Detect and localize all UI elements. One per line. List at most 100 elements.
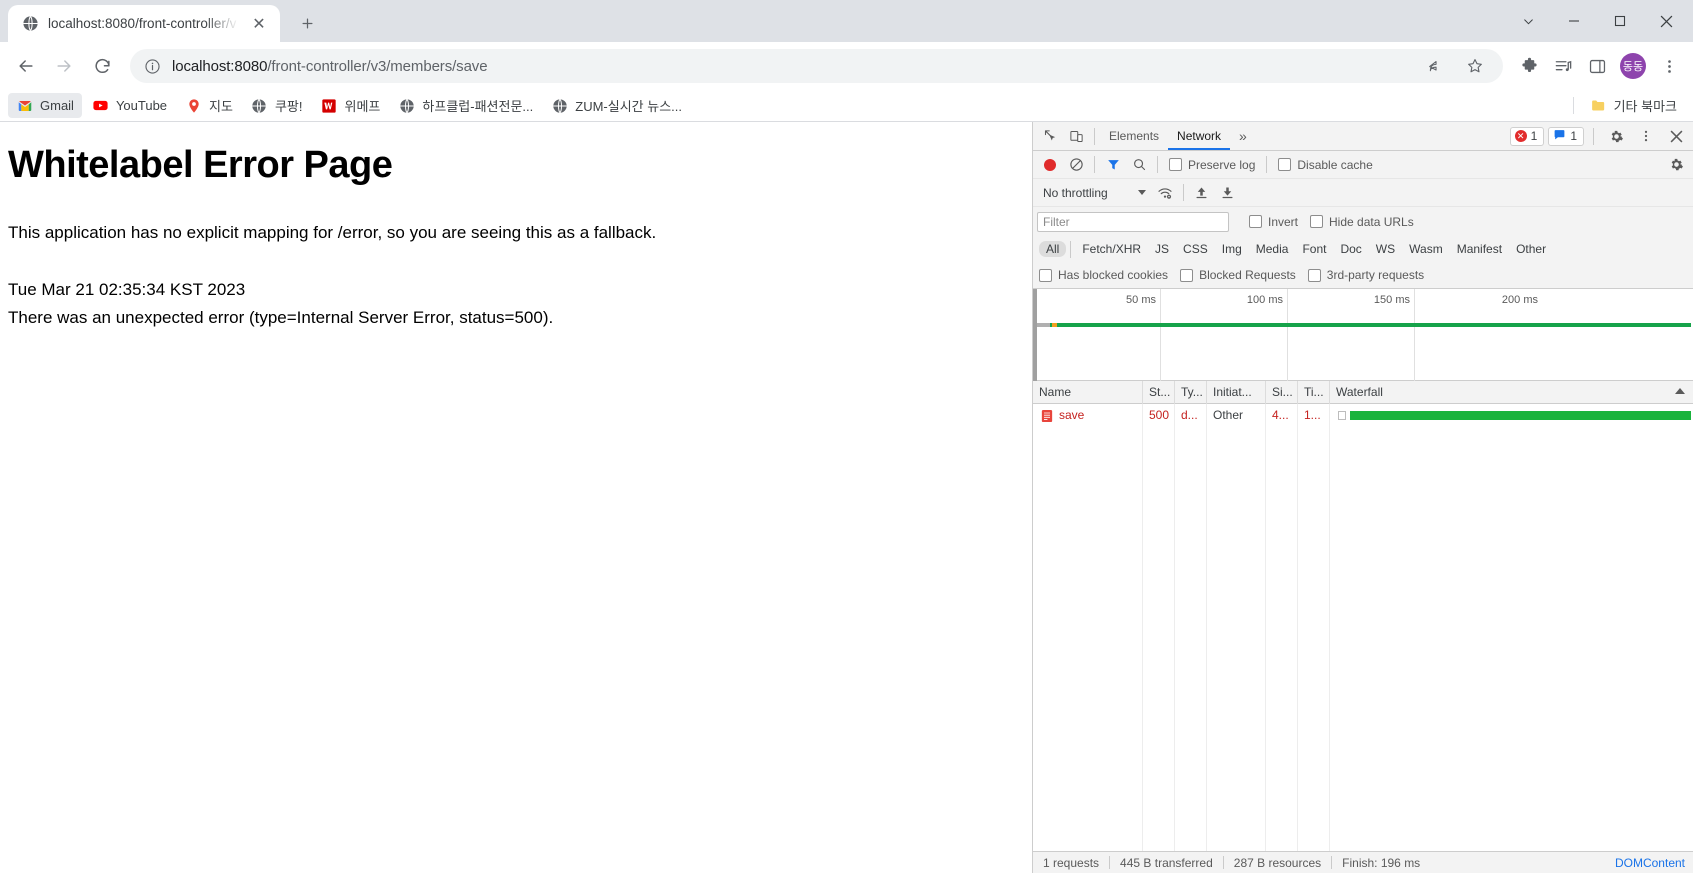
- device-toolbar-icon[interactable]: [1063, 124, 1089, 149]
- checkbox-box: [1169, 158, 1182, 171]
- window-minimize-button[interactable]: [1551, 0, 1597, 42]
- bookmark-label: 쿠팡!: [274, 99, 303, 114]
- network-settings-gear-icon[interactable]: [1663, 152, 1689, 177]
- gear-icon[interactable]: [1603, 124, 1629, 149]
- three-dot-menu-icon[interactable]: [1653, 50, 1685, 82]
- throttling-select[interactable]: No throttling: [1037, 186, 1152, 200]
- side-panel-icon[interactable]: [1581, 50, 1613, 82]
- more-tabs-button[interactable]: »: [1230, 122, 1256, 150]
- table-grid-lines: [1033, 404, 1693, 851]
- url-path: /front-controller/v3/members/save: [267, 57, 488, 75]
- forward-button[interactable]: [46, 48, 82, 84]
- summary-finish: Finish: 196 ms: [1342, 855, 1421, 870]
- type-filter-js[interactable]: JS: [1148, 241, 1176, 257]
- browser-tab[interactable]: localhost:8080/front-controller/v ✕: [8, 5, 280, 42]
- error-count-badge[interactable]: ✕ 1: [1509, 126, 1545, 146]
- column-header-status[interactable]: St...: [1143, 380, 1175, 404]
- window-maximize-button[interactable]: [1597, 0, 1643, 42]
- profile-avatar[interactable]: 동동: [1620, 53, 1646, 79]
- error-circle-icon: ✕: [1514, 130, 1527, 142]
- type-filter-img[interactable]: Img: [1215, 241, 1249, 257]
- type-filter-media[interactable]: Media: [1249, 241, 1296, 257]
- network-filter-bar: Invert Hide data URLs: [1033, 207, 1693, 236]
- disable-cache-checkbox[interactable]: Disable cache: [1272, 158, 1378, 172]
- upload-arrow-icon[interactable]: [1189, 180, 1215, 205]
- type-filter-all[interactable]: All: [1039, 241, 1067, 257]
- bookmark-hapcl[interactable]: 하프클럽-패션전문...: [390, 92, 541, 119]
- overview-tick-label: 100 ms: [1246, 294, 1283, 306]
- invert-checkbox[interactable]: Invert: [1243, 215, 1304, 229]
- search-icon[interactable]: [1126, 152, 1152, 177]
- devtools-status-badges: ✕ 1 1: [1509, 124, 1689, 149]
- column-header-size[interactable]: Si...: [1266, 380, 1298, 404]
- star-icon[interactable]: [1459, 50, 1491, 82]
- throttling-toolbar: No throttling: [1033, 179, 1693, 207]
- three-dot-menu-icon[interactable]: [1633, 124, 1659, 149]
- table-row[interactable]: save 500 d... Other 4... 1...: [1033, 404, 1693, 426]
- bookmark-maps[interactable]: 지도: [177, 92, 241, 119]
- preserve-log-checkbox[interactable]: Preserve log: [1163, 158, 1261, 172]
- network-overview-timeline[interactable]: 50 ms 100 ms 150 ms 200 ms: [1033, 289, 1693, 381]
- tab-title: localhost:8080/front-controller/v: [48, 16, 237, 31]
- overview-tick-label: 150 ms: [1373, 294, 1410, 306]
- hide-data-urls-checkbox[interactable]: Hide data URLs: [1304, 215, 1420, 229]
- cell-initiator: Other: [1213, 408, 1244, 422]
- window-close-button[interactable]: [1643, 0, 1689, 42]
- filter-input[interactable]: [1037, 211, 1229, 232]
- type-filter-ws[interactable]: WS: [1369, 241, 1402, 257]
- address-bar[interactable]: localhost:8080/front-controller/v3/membe…: [130, 49, 1503, 83]
- cell-name[interactable]: save: [1033, 404, 1143, 426]
- chevron-down-icon[interactable]: [1505, 0, 1551, 42]
- bookmark-gmail[interactable]: Gmail: [8, 93, 82, 118]
- column-header-waterfall[interactable]: Waterfall: [1330, 381, 1693, 404]
- bookmark-zum[interactable]: ZUM-실시간 뉴스...: [543, 92, 690, 119]
- bookmark-coupang[interactable]: 쿠팡!: [243, 92, 311, 119]
- record-circle-icon[interactable]: [1037, 152, 1063, 177]
- type-filter-wasm[interactable]: Wasm: [1402, 241, 1450, 257]
- bookmarks-bar-right: 기타 북마크: [1567, 92, 1685, 119]
- wifi-settings-icon[interactable]: [1152, 180, 1178, 205]
- clear-no-entry-icon[interactable]: [1063, 152, 1089, 177]
- share-icon[interactable]: [1416, 50, 1448, 82]
- preserve-log-label: Preserve log: [1188, 157, 1256, 172]
- funnel-filter-icon[interactable]: [1100, 152, 1126, 177]
- tab-close-icon[interactable]: ✕: [248, 13, 270, 35]
- overview-request-bar: [1037, 323, 1691, 327]
- column-header-type[interactable]: Ty...: [1175, 380, 1207, 404]
- column-header-initiator[interactable]: Initiat...: [1207, 380, 1266, 404]
- tab-elements[interactable]: Elements: [1100, 122, 1168, 150]
- third-party-requests-checkbox[interactable]: 3rd-party requests: [1302, 268, 1430, 282]
- info-circle-icon[interactable]: [144, 58, 161, 75]
- back-button[interactable]: [8, 48, 44, 84]
- devtools-tabbar: Elements Network » ✕ 1 1: [1033, 122, 1693, 151]
- type-filter-other[interactable]: Other: [1509, 241, 1553, 257]
- type-filter-doc[interactable]: Doc: [1333, 241, 1368, 257]
- overview-tick: 50 ms: [1033, 289, 1161, 381]
- has-blocked-cookies-checkbox[interactable]: Has blocked cookies: [1039, 268, 1174, 282]
- extensions-puzzle-icon[interactable]: [1513, 50, 1545, 82]
- close-icon[interactable]: [1663, 124, 1689, 149]
- bookmark-wemakeprice[interactable]: 위메프: [313, 92, 389, 119]
- column-header-time[interactable]: Ti...: [1298, 380, 1330, 404]
- blocked-requests-checkbox[interactable]: Blocked Requests: [1174, 268, 1302, 282]
- inspect-cursor-icon[interactable]: [1037, 124, 1063, 149]
- cell-status: 500: [1149, 408, 1170, 422]
- bookmark-other-bookmarks[interactable]: 기타 북마크: [1582, 92, 1685, 119]
- column-header-name[interactable]: Name: [1033, 380, 1143, 404]
- network-toolbar: Preserve log Disable cache: [1033, 151, 1693, 179]
- new-tab-button[interactable]: [290, 6, 324, 40]
- blocked-request-filters: Has blocked cookies Blocked Requests 3rd…: [1033, 262, 1693, 289]
- tab-network[interactable]: Network: [1168, 122, 1231, 150]
- media-list-icon[interactable]: [1547, 50, 1579, 82]
- download-arrow-icon[interactable]: [1215, 180, 1241, 205]
- bookmark-youtube[interactable]: YouTube: [84, 93, 175, 118]
- type-filter-manifest[interactable]: Manifest: [1450, 241, 1509, 257]
- type-filter-fetch-xhr[interactable]: Fetch/XHR: [1075, 241, 1148, 257]
- message-count-badge[interactable]: 1: [1548, 126, 1584, 146]
- overview-tick-label: 200 ms: [1501, 294, 1538, 306]
- reload-button[interactable]: [84, 48, 120, 84]
- divider: [1070, 240, 1072, 258]
- type-filter-css[interactable]: CSS: [1176, 241, 1215, 257]
- gmail-icon: [16, 97, 33, 114]
- type-filter-font[interactable]: Font: [1295, 241, 1333, 257]
